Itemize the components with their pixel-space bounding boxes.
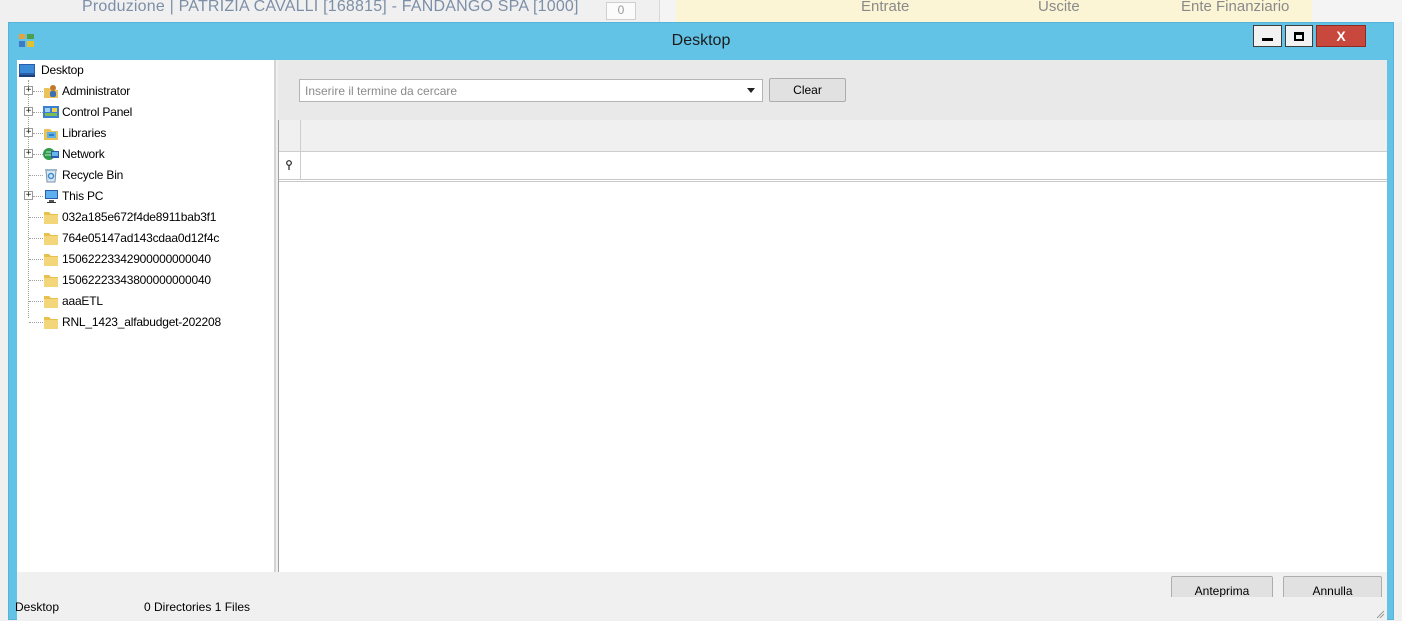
tree-item-label: Recycle Bin bbox=[62, 168, 124, 182]
tree-connector bbox=[33, 91, 43, 92]
tree-item-folder[interactable]: 15062223343800000000040 bbox=[17, 270, 274, 290]
tree-item-folder[interactable]: 764e05147ad143cdaa0d12f4c bbox=[17, 228, 274, 248]
background-column-entrate: Entrate bbox=[861, 0, 910, 15]
dialog-client-area: Desktop + Administrator + Control Panel … bbox=[17, 60, 1387, 613]
expand-icon[interactable]: + bbox=[24, 191, 33, 200]
folder-icon bbox=[44, 254, 58, 266]
resize-grip-icon[interactable] bbox=[1375, 609, 1385, 619]
expand-icon[interactable]: + bbox=[24, 86, 33, 95]
folder-icon bbox=[44, 296, 58, 308]
close-button[interactable]: X bbox=[1316, 25, 1366, 47]
tree-item-folder[interactable]: RNL_1423_alfabudget-202208 bbox=[17, 312, 274, 332]
expand-icon[interactable]: + bbox=[24, 149, 33, 158]
tree-connector bbox=[33, 154, 43, 155]
folder-icon bbox=[44, 317, 58, 329]
tree-item-label: Control Panel bbox=[62, 105, 133, 119]
background-columns-header: Entrate Uscite Ente Finanziario bbox=[676, 0, 1312, 22]
search-combobox[interactable] bbox=[299, 79, 763, 102]
libraries-icon bbox=[44, 129, 58, 140]
tree-item-label: RNL_1423_alfabudget-202208 bbox=[62, 315, 221, 329]
maximize-icon bbox=[1294, 31, 1304, 41]
background-counter-box: 0 bbox=[606, 2, 636, 20]
status-location: Desktop bbox=[15, 600, 60, 614]
background-app-strip: Produzione | PATRIZIA CAVALLI [168815] -… bbox=[0, 0, 1402, 22]
background-app-header: Produzione | PATRIZIA CAVALLI [168815] -… bbox=[0, 0, 660, 22]
tree-item-label: 032a185e672f4de8911bab3f1 bbox=[62, 210, 217, 224]
folder-icon bbox=[44, 233, 58, 245]
desktop-icon bbox=[19, 64, 35, 77]
control-panel-icon bbox=[43, 106, 59, 118]
minimize-button[interactable] bbox=[1253, 25, 1282, 47]
tree-item-recycle-bin[interactable]: Recycle Bin bbox=[17, 165, 274, 185]
network-icon bbox=[43, 148, 59, 160]
tree-connector bbox=[33, 112, 43, 113]
tree-connector bbox=[33, 196, 43, 197]
folder-tree[interactable]: Desktop + Administrator + Control Panel … bbox=[17, 60, 276, 572]
tree-item-label: aaaETL bbox=[62, 294, 103, 308]
tree-root-label: Desktop bbox=[41, 63, 84, 77]
tree-item-administrator[interactable]: + Administrator bbox=[17, 81, 274, 101]
tree-connector bbox=[29, 238, 43, 239]
tree-connector bbox=[29, 175, 43, 176]
grid-filter-row[interactable] bbox=[279, 152, 1387, 182]
user-folder-icon bbox=[44, 85, 58, 98]
search-input[interactable] bbox=[300, 80, 740, 101]
grid-filter-indicator bbox=[279, 152, 301, 179]
tree-item-label: 15062223342900000000040 bbox=[62, 252, 211, 266]
background-column-ente: Ente Finanziario bbox=[1181, 0, 1290, 15]
expand-icon[interactable]: + bbox=[24, 107, 33, 116]
tree-connector bbox=[33, 133, 43, 134]
tree-item-control-panel[interactable]: + Control Panel bbox=[17, 102, 274, 122]
grid-header-row bbox=[279, 120, 1387, 152]
dropdown-arrow-icon[interactable] bbox=[747, 88, 755, 93]
maximize-button[interactable] bbox=[1285, 25, 1313, 47]
clear-button[interactable]: Clear bbox=[769, 78, 846, 102]
tree-connector bbox=[29, 259, 43, 260]
search-panel: Clear bbox=[278, 60, 1387, 120]
tree-item-network[interactable]: + Network bbox=[17, 144, 274, 164]
tree-item-folder[interactable]: 15062223342900000000040 bbox=[17, 249, 274, 269]
grid-corner-cell bbox=[279, 120, 301, 152]
expand-icon[interactable]: + bbox=[24, 128, 33, 137]
status-bar: Desktop 0 Directories 1 Files bbox=[15, 597, 1387, 621]
tree-item-folder[interactable]: 032a185e672f4de8911bab3f1 bbox=[17, 207, 274, 227]
tree-connector bbox=[29, 217, 43, 218]
recycle-bin-icon bbox=[45, 169, 57, 183]
tree-connector bbox=[29, 280, 43, 281]
tree-item-label: 15062223343800000000040 bbox=[62, 273, 211, 287]
background-production-text: Produzione | PATRIZIA CAVALLI [168815] -… bbox=[82, 0, 579, 15]
tree-item-label: This PC bbox=[62, 189, 104, 203]
tree-item-label: Libraries bbox=[62, 126, 107, 140]
status-summary: 0 Directories 1 Files bbox=[144, 600, 251, 614]
tree-item-label: 764e05147ad143cdaa0d12f4c bbox=[62, 231, 220, 245]
folder-icon bbox=[44, 275, 58, 287]
tree-connector bbox=[29, 301, 43, 302]
desktop-dialog-window: Desktop X Desktop + Administrator + Cont… bbox=[8, 22, 1394, 621]
computer-icon bbox=[45, 190, 58, 203]
tree-item-label: Administrator bbox=[62, 84, 131, 98]
tree-item-libraries[interactable]: + Libraries bbox=[17, 123, 274, 143]
tree-item-label: Network bbox=[62, 147, 105, 161]
minimize-icon bbox=[1262, 37, 1273, 41]
tree-item-this-pc[interactable]: + This PC bbox=[17, 186, 274, 206]
tree-connector bbox=[29, 322, 43, 323]
close-icon: X bbox=[1336, 28, 1346, 44]
window-title: Desktop bbox=[671, 32, 731, 49]
results-grid[interactable] bbox=[278, 120, 1387, 572]
background-column-uscite: Uscite bbox=[1038, 0, 1080, 15]
folder-icon bbox=[44, 212, 58, 224]
tree-item-folder[interactable]: aaaETL bbox=[17, 291, 274, 311]
pin-icon bbox=[286, 160, 292, 170]
title-bar[interactable]: Desktop X bbox=[9, 23, 1393, 59]
